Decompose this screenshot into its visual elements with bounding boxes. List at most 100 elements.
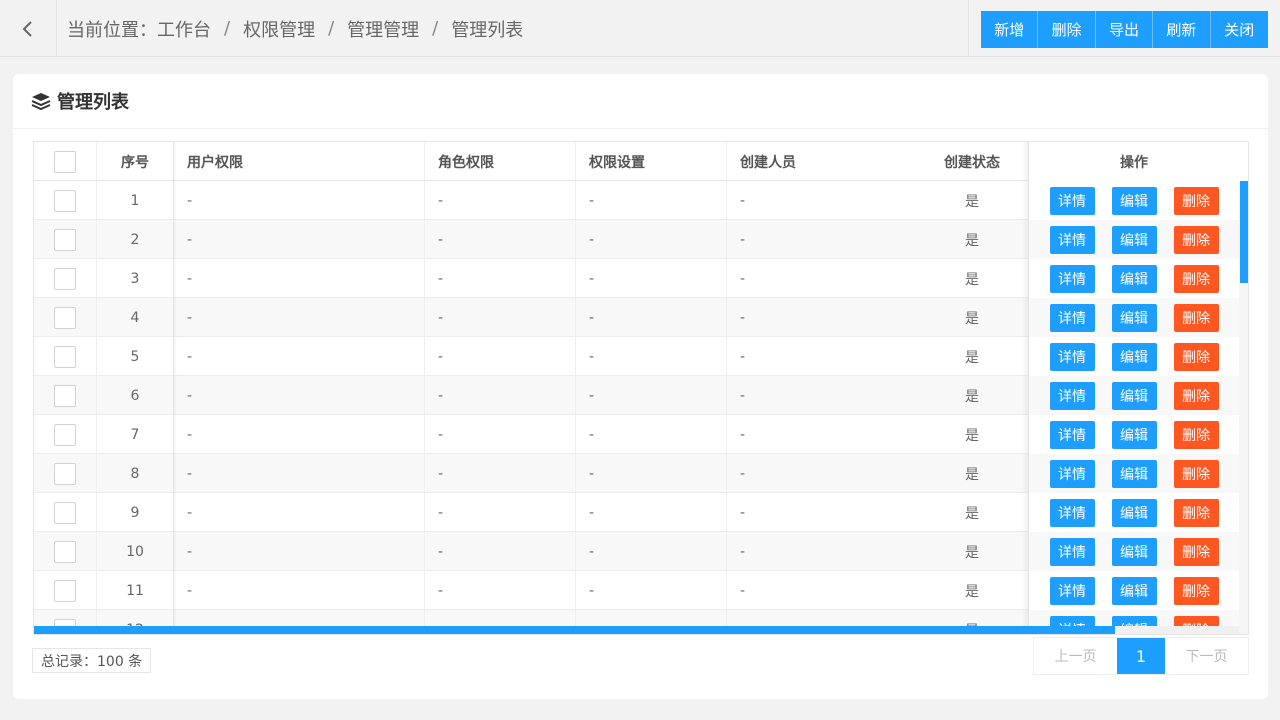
refresh-button[interactable]: 刷新 [1153, 11, 1211, 48]
delete-row-button[interactable]: 删除 [1173, 420, 1219, 449]
header-status[interactable]: 创建状态 [916, 142, 1028, 181]
row-perm-setting: - [576, 571, 727, 610]
row-ops: 详情编辑删除 [1028, 259, 1239, 298]
row-checkbox[interactable] [54, 267, 76, 290]
edit-button[interactable]: 编辑 [1111, 342, 1157, 371]
edit-button[interactable]: 编辑 [1111, 303, 1157, 332]
detail-button[interactable]: 详情 [1049, 303, 1095, 332]
horizontal-scrollbar-thumb[interactable] [34, 626, 1115, 634]
page-number-button[interactable]: 1 [1117, 638, 1165, 674]
row-checkbox[interactable] [54, 540, 76, 563]
edit-button[interactable]: 编辑 [1111, 420, 1157, 449]
total-records: 总记录：100 条 [32, 648, 152, 673]
delete-row-button[interactable]: 删除 [1173, 225, 1219, 254]
next-page-button[interactable]: 下一页 [1165, 638, 1248, 674]
row-checkbox[interactable] [54, 189, 76, 212]
row-ops: 详情编辑删除 [1028, 337, 1239, 376]
layers-icon [31, 93, 51, 110]
table-row[interactable]: 3- - - - 是详情 编辑 删除 [34, 259, 1239, 298]
row-user-perm: - [174, 454, 425, 493]
row-checkbox[interactable] [54, 345, 76, 368]
delete-row-button[interactable]: 删除 [1173, 459, 1219, 488]
detail-button[interactable]: 详情 [1049, 576, 1095, 605]
export-button[interactable]: 导出 [1095, 11, 1154, 48]
detail-button[interactable]: 详情 [1049, 381, 1095, 410]
header-creator[interactable]: 创建人员 [727, 142, 916, 181]
row-checkbox[interactable] [54, 423, 76, 446]
row-checkbox[interactable] [54, 462, 76, 485]
detail-button[interactable]: 详情 [1049, 225, 1095, 254]
delete-row-button[interactable]: 删除 [1173, 381, 1219, 410]
edit-button[interactable]: 编辑 [1111, 381, 1157, 410]
row-role-perm: - [425, 298, 576, 337]
table-row[interactable]: 10- - - - 是详情 编辑 删除 [34, 532, 1239, 571]
header-no[interactable]: 序号 [97, 142, 174, 181]
table-row[interactable]: 1- - - - 是详情 编辑 删除 [34, 181, 1239, 220]
edit-button[interactable]: 编辑 [1111, 264, 1157, 293]
row-checkbox[interactable] [54, 228, 76, 251]
chevron-left-icon [22, 20, 32, 37]
row-creator: - [740, 231, 746, 248]
detail-button[interactable]: 详情 [1049, 537, 1095, 566]
row-checkbox-cell [34, 298, 97, 337]
row-status: 是 [965, 193, 979, 210]
pagination: 上一页 1 下一页 [1033, 637, 1249, 675]
table-row[interactable]: 5- - - - 是详情 编辑 删除 [34, 337, 1239, 376]
detail-button[interactable]: 详情 [1049, 498, 1095, 527]
row-role-perm: - [425, 259, 576, 298]
close-button[interactable]: 关闭 [1210, 11, 1268, 48]
breadcrumb-item-workbench[interactable]: 工作台 [157, 16, 211, 42]
row-perm-setting: - [576, 337, 727, 376]
row-creator: - [740, 504, 746, 521]
table-row[interactable]: 6- - - - 是详情 编辑 删除 [34, 376, 1239, 415]
vertical-scrollbar-thumb[interactable] [1240, 181, 1248, 283]
edit-button[interactable]: 编辑 [1111, 225, 1157, 254]
row-checkbox[interactable] [54, 579, 76, 602]
select-all-checkbox[interactable] [54, 150, 76, 173]
edit-button[interactable]: 编辑 [1111, 537, 1157, 566]
row-creator: - [740, 348, 746, 365]
edit-button[interactable]: 编辑 [1111, 498, 1157, 527]
row-no: 7 [97, 415, 174, 454]
row-checkbox-cell [34, 259, 97, 298]
row-checkbox[interactable] [54, 306, 76, 329]
detail-button[interactable]: 详情 [1049, 420, 1095, 449]
row-checkbox[interactable] [54, 384, 76, 407]
edit-button[interactable]: 编辑 [1111, 576, 1157, 605]
add-button[interactable]: 新增 [981, 11, 1039, 48]
delete-row-button[interactable]: 删除 [1173, 576, 1219, 605]
table-row[interactable]: 2- - - - 是详情 编辑 删除 [34, 220, 1239, 259]
breadcrumb-separator: / [224, 18, 231, 39]
delete-row-button[interactable]: 删除 [1173, 498, 1219, 527]
delete-button[interactable]: 删除 [1038, 11, 1096, 48]
delete-row-button[interactable]: 删除 [1173, 264, 1219, 293]
row-checkbox[interactable] [54, 501, 76, 524]
row-perm-setting: - [576, 376, 727, 415]
table-row[interactable]: 11- - - - 是详情 编辑 删除 [34, 571, 1239, 610]
fixed-column-shadow [173, 142, 177, 634]
edit-button[interactable]: 编辑 [1111, 186, 1157, 215]
header-role-perm[interactable]: 角色权限 [425, 142, 576, 181]
table-row[interactable]: 8- - - - 是详情 编辑 删除 [34, 454, 1239, 493]
delete-row-button[interactable]: 删除 [1173, 342, 1219, 371]
delete-row-button[interactable]: 删除 [1173, 303, 1219, 332]
breadcrumb-item-manage[interactable]: 管理管理 [347, 16, 419, 42]
back-button[interactable] [0, 0, 57, 57]
header-perm-setting[interactable]: 权限设置 [576, 142, 727, 181]
table-row[interactable]: 7- - - - 是详情 编辑 删除 [34, 415, 1239, 454]
row-creator: - [740, 426, 746, 443]
detail-button[interactable]: 详情 [1049, 459, 1095, 488]
delete-row-button[interactable]: 删除 [1173, 186, 1219, 215]
delete-row-button[interactable]: 删除 [1173, 537, 1219, 566]
detail-button[interactable]: 详情 [1049, 342, 1095, 371]
row-status: 是 [965, 349, 979, 366]
edit-button[interactable]: 编辑 [1111, 459, 1157, 488]
detail-button[interactable]: 详情 [1049, 186, 1095, 215]
prev-page-button[interactable]: 上一页 [1034, 638, 1117, 674]
detail-button[interactable]: 详情 [1049, 264, 1095, 293]
breadcrumb-item-permission[interactable]: 权限管理 [243, 16, 315, 42]
table-row[interactable]: 4- - - - 是详情 编辑 删除 [34, 298, 1239, 337]
row-user-perm: - [174, 298, 425, 337]
header-user-perm[interactable]: 用户权限 [174, 142, 425, 181]
table-row[interactable]: 9- - - - 是详情 编辑 删除 [34, 493, 1239, 532]
